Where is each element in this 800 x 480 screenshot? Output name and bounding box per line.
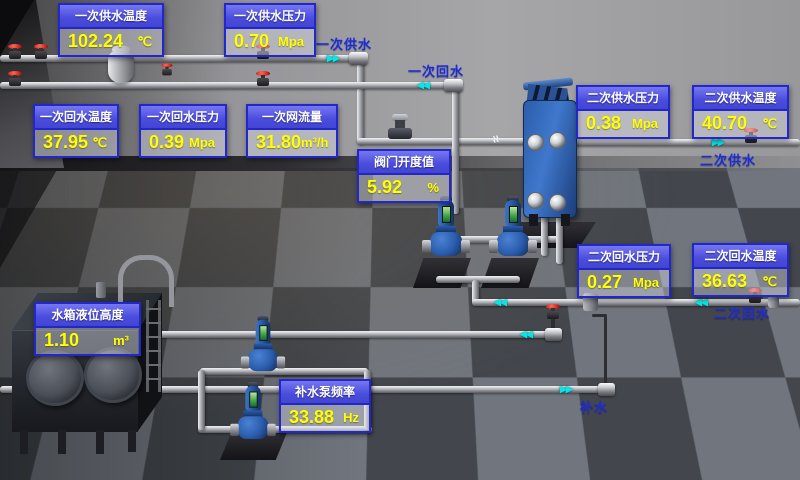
pump-status-window: [509, 206, 518, 223]
pipe-label-secondary-return: 二次回水: [714, 303, 770, 322]
hmi-heat-station-screen: ≈ ▶▶ ◀◀ ▶▶ ◀◀ ◀◀ ◀◀ ▶▶: [0, 0, 800, 480]
gauge-value: 0.27: [587, 272, 622, 293]
exchanger-foot: [529, 214, 538, 226]
flow-right-icon: ▶▶: [712, 138, 724, 147]
valve-primary-supply-1[interactable]: [8, 46, 22, 56]
gauge-secondary-return-pressure[interactable]: 二次回水压力 0.27Mpa: [577, 244, 671, 298]
pipe-return-to-tank-flange: [545, 328, 562, 341]
makeup-loop-left: [198, 370, 205, 430]
exchanger-port-icon: [527, 192, 544, 209]
pipe-label-primary-supply: 一次供水: [316, 34, 372, 53]
exchanger-port-icon: [549, 194, 566, 211]
gauge-unit: m³: [113, 333, 129, 348]
valve-primary-return-1[interactable]: [8, 73, 22, 83]
tank-vent-fitting: [96, 282, 106, 298]
gauge-value: 0.70: [234, 31, 269, 52]
flow-right-icon: ▶▶: [327, 54, 339, 63]
pipe-label-secondary-supply: 二次供水: [700, 150, 756, 169]
makeup-loop-top: [200, 368, 368, 375]
pipe-label-primary-return: 一次回水: [408, 61, 464, 80]
gauge-value: 102.24: [68, 31, 123, 52]
gauge-unit: ℃: [762, 116, 777, 132]
gauge-unit: %: [427, 180, 439, 195]
pipe-primary-return-drop: [452, 88, 459, 214]
flow-left-icon: ◀◀: [417, 81, 429, 90]
plate-heat-exchanger[interactable]: [519, 80, 579, 226]
exchanger-port-icon: [549, 132, 566, 149]
gauge-unit: Mpa: [189, 135, 215, 150]
gauge-unit: Mpa: [633, 275, 659, 290]
gauge-value: 33.88: [289, 407, 334, 428]
tank-manhole-icon: [26, 350, 84, 406]
gauge-secondary-supply-temp[interactable]: 二次供水温度 40.70℃: [692, 85, 789, 139]
gauge-value: 40.70: [702, 113, 747, 134]
pipe-return-to-tank: [140, 331, 550, 338]
gauge-unit: m³/h: [301, 135, 328, 150]
pipe-secondary-supply: [560, 139, 800, 146]
gauge-unit: ℃: [762, 274, 777, 290]
exchanger-foot: [561, 214, 570, 226]
gauge-makeup-pump-freq[interactable]: 补水泵频率 33.88Hz: [279, 379, 371, 433]
flow-left-icon: ◀◀: [494, 298, 506, 307]
pump-status-window: [249, 392, 258, 408]
valve-filter-drain[interactable]: [161, 65, 172, 73]
gauge-secondary-return-temp[interactable]: 二次回水温度 36.63℃: [692, 243, 789, 297]
valve-tank-line[interactable]: [546, 306, 560, 316]
exchanger-port-icon: [527, 134, 544, 151]
gauge-unit: ℃: [92, 135, 107, 151]
valve-primary-supply-2[interactable]: [34, 46, 48, 56]
gauge-tank-level[interactable]: 水箱液位高度 1.10m³: [34, 302, 141, 356]
gauge-value: 0.38: [586, 113, 621, 134]
pump-status-window: [442, 206, 451, 223]
gauge-unit: Mpa: [278, 34, 304, 49]
flow-right-icon: ▶▶: [560, 385, 572, 394]
gauge-value: 1.10: [44, 330, 79, 351]
flow-left-icon: ◀◀: [695, 298, 707, 307]
gauge-primary-supply-pressure[interactable]: 一次供水压力 0.70Mpa: [224, 3, 316, 57]
pipe-label-makeup: 补水: [580, 397, 608, 416]
flow-left-icon: ◀◀: [520, 330, 532, 339]
pump-status-window: [259, 325, 267, 341]
control-valve-body: [388, 128, 412, 139]
tank-overflow-pipe: [118, 255, 174, 307]
gauge-value: 0.39: [149, 132, 184, 153]
gauge-valve-opening[interactable]: 阀门开度值 5.92%: [357, 149, 451, 203]
makeup-riser: [604, 316, 607, 386]
gauge-unit: Mpa: [632, 116, 658, 131]
pipe-primary-supply-flange: [349, 52, 368, 65]
gauge-secondary-supply-pressure[interactable]: 二次供水压力 0.38Mpa: [576, 85, 670, 139]
gauge-value: 37.95: [43, 132, 88, 153]
gauge-primary-return-temp[interactable]: 一次回水温度 37.95℃: [33, 104, 119, 158]
gauge-primary-return-pressure[interactable]: 一次回水压力 0.39Mpa: [139, 104, 227, 158]
gauge-unit: ℃: [137, 34, 152, 50]
pipe-primary-supply-drop: [357, 60, 364, 144]
makeup-riser-elbow: [592, 314, 607, 317]
gauge-value: 5.92: [367, 177, 402, 198]
gauge-primary-flow[interactable]: 一次网流量 31.80m³/h: [246, 104, 338, 158]
gauge-primary-supply-temp[interactable]: 一次供水温度 102.24℃: [58, 3, 164, 57]
valve-primary-return-2[interactable]: [256, 73, 270, 83]
gauge-value: 36.63: [702, 271, 747, 292]
pipe-primary-return: [0, 82, 448, 89]
gauge-unit: Hz: [343, 410, 359, 425]
gauge-value: 31.80: [256, 132, 301, 153]
pipe-primary-return-flange: [444, 79, 463, 92]
pipe-makeup-flange: [598, 383, 615, 396]
